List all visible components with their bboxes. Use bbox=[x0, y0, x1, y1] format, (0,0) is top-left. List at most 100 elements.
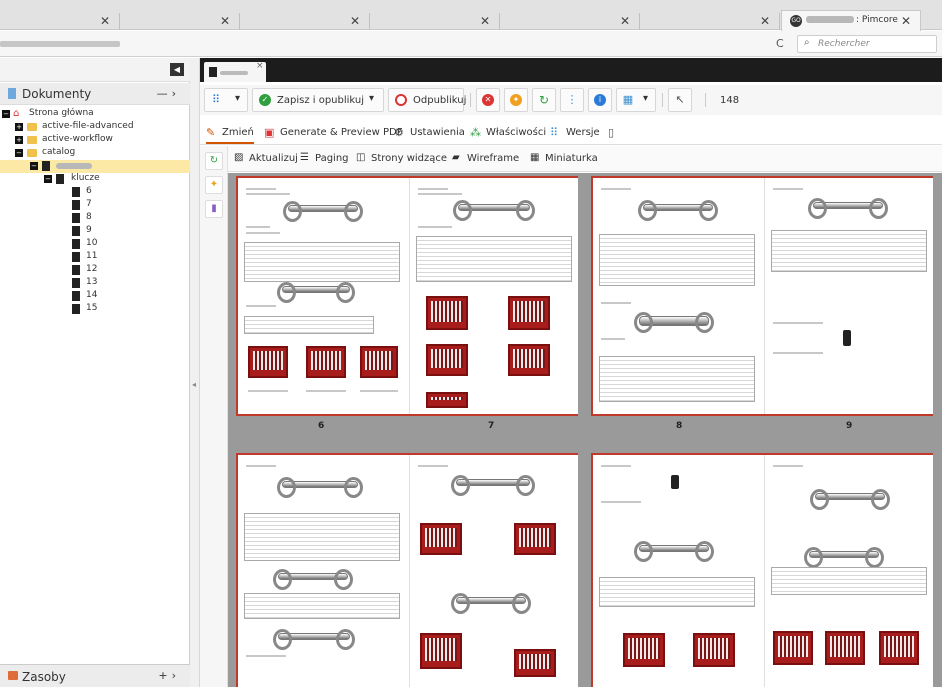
tab-edit-label: Zmień bbox=[222, 127, 254, 138]
documents-controls[interactable]: —› bbox=[157, 87, 180, 100]
tab-edit[interactable]: ✎ Zmień bbox=[206, 124, 254, 144]
browser-tab[interactable]: ✕ bbox=[370, 13, 500, 30]
tree-item-label: 7 bbox=[86, 199, 92, 209]
tree-item-selected-document[interactable]: − bbox=[0, 160, 190, 173]
tree-item-page-12[interactable]: 12 bbox=[0, 264, 190, 277]
close-tab-icon[interactable]: ✕ bbox=[220, 13, 230, 30]
page-spread[interactable] bbox=[591, 453, 933, 687]
page-spread[interactable] bbox=[236, 453, 578, 687]
collapse-toggle-icon[interactable]: − bbox=[15, 149, 23, 157]
tree-icon: ⋮ bbox=[566, 93, 578, 106]
tree-item-page-9[interactable]: 9 bbox=[0, 225, 190, 238]
close-tab-icon[interactable]: ✕ bbox=[620, 13, 630, 30]
tab-properties[interactable]: ⁂ Właściwości bbox=[470, 124, 546, 144]
close-tab-icon[interactable]: ✕ bbox=[480, 13, 490, 30]
refresh-preview-icon[interactable]: ↻ bbox=[205, 152, 223, 170]
collapse-toggle-icon[interactable]: − bbox=[30, 162, 38, 170]
document-tab[interactable]: × bbox=[204, 61, 266, 82]
notes-button[interactable]: ✦ bbox=[504, 88, 528, 112]
wrench-image bbox=[804, 547, 884, 568]
page-icon bbox=[72, 239, 80, 249]
tab-preview[interactable]: ▯ bbox=[608, 124, 624, 144]
thumbnail-icon: ▦ bbox=[530, 152, 540, 163]
collapse-toggle-icon[interactable]: − bbox=[2, 110, 10, 118]
documents-header[interactable]: Dokumenty —› bbox=[0, 83, 190, 105]
page-icon bbox=[72, 226, 80, 236]
panel-splitter[interactable]: ◂ bbox=[190, 58, 200, 687]
tree-item-page-6[interactable]: 6 bbox=[0, 186, 190, 199]
paging-label: Paging bbox=[315, 153, 349, 164]
tree-item-label: 12 bbox=[86, 264, 98, 274]
wrench-image bbox=[283, 201, 363, 222]
wrench-image bbox=[277, 282, 355, 303]
update-label: Aktualizuj bbox=[249, 153, 298, 164]
tree-item-page-10[interactable]: 10 bbox=[0, 238, 190, 251]
folder-icon bbox=[27, 123, 37, 131]
menu-button[interactable]: ⠿ ▾ bbox=[204, 88, 248, 112]
collapse-arrow-icon[interactable]: ◂ bbox=[192, 380, 196, 389]
page-icon bbox=[72, 265, 80, 275]
close-tab-icon[interactable]: ✕ bbox=[901, 13, 911, 30]
tree-item-page-8[interactable]: 8 bbox=[0, 212, 190, 225]
visible-pages-button[interactable]: ◫ Strony widzące bbox=[356, 151, 447, 167]
expand-toggle-icon[interactable]: + bbox=[15, 123, 23, 131]
wrench-image bbox=[273, 629, 355, 650]
collapse-panel-icon[interactable]: ◀ bbox=[170, 63, 184, 76]
update-button[interactable]: ▨ Aktualizuj bbox=[234, 151, 298, 167]
chevron-down-icon: ▾ bbox=[235, 93, 241, 104]
tree-item-page-14[interactable]: 14 bbox=[0, 290, 190, 303]
thumbnail-button[interactable]: ▦ Miniaturka bbox=[530, 151, 600, 167]
tree-item-page-15[interactable]: 15 bbox=[0, 303, 190, 316]
save-publish-button[interactable]: ✓ Zapisz i opublikuj ▾ bbox=[252, 88, 384, 112]
tree-item-page-7[interactable]: 7 bbox=[0, 199, 190, 212]
wireframe-button[interactable]: ▰ Wireframe bbox=[452, 151, 522, 167]
paging-button[interactable]: ☰ Paging bbox=[300, 151, 349, 167]
expand-toggle-icon[interactable]: + bbox=[15, 136, 23, 144]
tree-item-page-11[interactable]: 11 bbox=[0, 251, 190, 264]
close-tab-icon[interactable]: ✕ bbox=[350, 13, 360, 30]
tree-item-catalog[interactable]: − catalog bbox=[0, 147, 190, 160]
browser-tab-active[interactable]: GO : Pimcore ✕ bbox=[781, 10, 921, 31]
close-tab-icon[interactable]: × bbox=[256, 61, 264, 71]
page-right bbox=[764, 178, 933, 414]
reload-button[interactable]: ↻ bbox=[532, 88, 556, 112]
info-button[interactable]: i bbox=[588, 88, 612, 112]
pencil-icon: ✎ bbox=[206, 126, 216, 139]
favicon-icon: GO bbox=[790, 15, 802, 27]
tab-versions[interactable]: ⠿ Wersje bbox=[550, 124, 600, 144]
assets-controls[interactable]: +› bbox=[158, 669, 180, 682]
browser-tab[interactable]: ✕ bbox=[500, 13, 640, 30]
tab-generate-pdf[interactable]: ▣ Generate & Preview PDF bbox=[264, 124, 402, 144]
tree-item-klucze[interactable]: − klucze bbox=[0, 173, 190, 186]
url-field[interactable] bbox=[0, 41, 120, 47]
browser-search-input[interactable]: ⌕ Rechercher bbox=[797, 35, 937, 53]
delete-button[interactable]: ✕ bbox=[476, 88, 500, 112]
page-right bbox=[409, 178, 578, 414]
browser-tab[interactable]: ✕ bbox=[640, 13, 780, 30]
collapse-toggle-icon[interactable]: − bbox=[44, 175, 52, 183]
browser-tab[interactable]: ✕ bbox=[0, 13, 120, 30]
documents-title: Dokumenty bbox=[22, 87, 92, 101]
product-set-image bbox=[420, 633, 462, 669]
product-set-image bbox=[514, 649, 556, 677]
close-tab-icon[interactable]: ✕ bbox=[760, 13, 770, 30]
tab-settings[interactable]: ⚙ Ustawienia bbox=[394, 124, 465, 144]
unpublish-button[interactable]: Odpublikuj bbox=[388, 88, 466, 112]
dependencies-button[interactable]: ⋮ bbox=[560, 88, 584, 112]
assets-header[interactable]: Zasoby +› bbox=[0, 664, 190, 687]
page-spread[interactable] bbox=[236, 176, 578, 416]
reload-icon[interactable]: C bbox=[776, 37, 784, 50]
page-spread[interactable] bbox=[591, 176, 933, 416]
browser-tab[interactable]: ✕ bbox=[120, 13, 240, 30]
lightbulb-icon[interactable]: ✦ bbox=[205, 176, 223, 194]
tree-item-active-workflow[interactable]: + active-workflow bbox=[0, 134, 190, 147]
tree-item-home[interactable]: − ⌂ Strona główna bbox=[0, 108, 190, 121]
tree-item-label: active-workflow bbox=[42, 134, 113, 144]
tree-item-page-13[interactable]: 13 bbox=[0, 277, 190, 290]
close-tab-icon[interactable]: ✕ bbox=[100, 13, 110, 30]
pointer-button[interactable]: ↖ bbox=[668, 88, 692, 112]
trash-icon[interactable]: ▮ bbox=[205, 200, 223, 218]
share-button[interactable]: ▦ ▾ bbox=[616, 88, 656, 112]
browser-tab[interactable]: ✕ bbox=[240, 13, 370, 30]
tree-item-active-file-advanced[interactable]: + active-file-advanced bbox=[0, 121, 190, 134]
